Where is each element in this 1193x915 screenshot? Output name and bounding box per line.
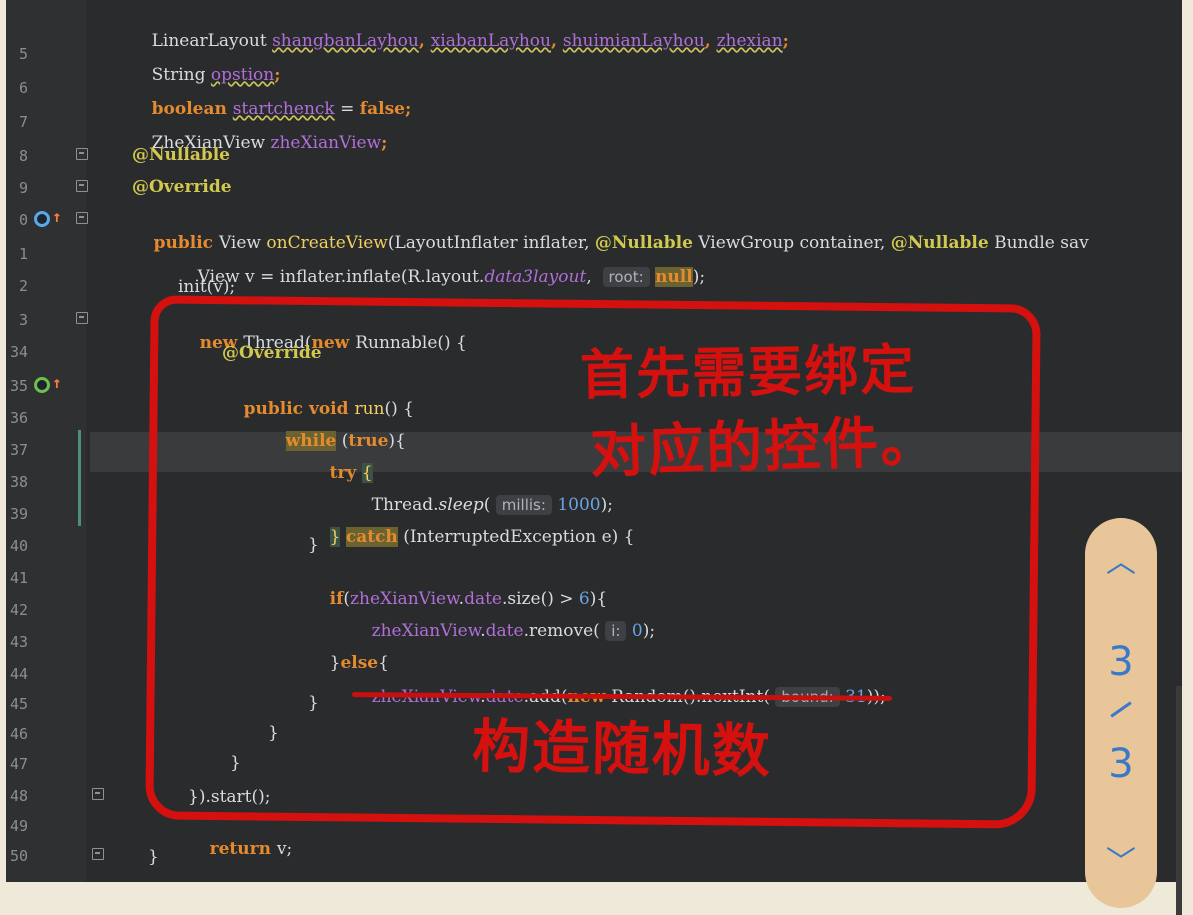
line-number: 9: [18, 179, 28, 197]
handwritten-note: 首先需要绑定: [579, 337, 917, 407]
fold-marker-icon[interactable]: [76, 312, 88, 324]
line-number: 1: [18, 245, 28, 263]
line-number: 8: [18, 147, 28, 165]
code-line[interactable]: @Override: [132, 176, 232, 198]
code-line[interactable]: ZheXianView zheXianView;: [130, 110, 388, 176]
line-number: 45: [9, 695, 28, 713]
code-line[interactable]: return v;: [188, 816, 293, 882]
fold-marker-icon[interactable]: [76, 148, 88, 160]
handwritten-note: 构造随机数: [471, 712, 773, 786]
implement-marker-icon[interactable]: [34, 377, 50, 393]
line-number: 47: [9, 755, 28, 773]
line-gutter: 5 6 7 8 9 0 1 2 3 34 35 36 37 38 39 40 4…: [6, 0, 104, 882]
change-marker: [78, 430, 81, 526]
chevron-up-icon[interactable]: ︿: [1085, 548, 1157, 578]
total-pages: 3: [1108, 741, 1134, 787]
fold-marker-icon[interactable]: [92, 848, 104, 860]
scrollbar[interactable]: [1176, 686, 1182, 915]
line-number: 39: [9, 505, 28, 523]
fold-marker-icon[interactable]: [76, 212, 88, 224]
line-number: 7: [18, 113, 28, 131]
line-number: 44: [9, 665, 28, 683]
fold-marker-icon[interactable]: [76, 180, 88, 192]
line-number: 42: [9, 601, 28, 619]
page-navigator: ︿ 3 3 ﹀: [1085, 518, 1157, 908]
code-line[interactable]: }: [148, 846, 159, 868]
line-number: 5: [18, 45, 28, 63]
line-number: 41: [9, 569, 28, 587]
line-number: 49: [9, 817, 28, 835]
line-number: 40: [9, 537, 28, 555]
line-number: 48: [9, 787, 28, 805]
param-hint: root:: [602, 267, 650, 287]
line-number: 37: [9, 441, 28, 459]
override-marker-icon[interactable]: [34, 211, 50, 227]
line-number: 34: [9, 343, 28, 361]
line-number: 36: [9, 409, 28, 427]
page-separator: [1110, 701, 1132, 718]
line-number: 2: [18, 277, 28, 295]
line-number: 50: [9, 847, 28, 865]
code-editor-photo: 5 6 7 8 9 0 1 2 3 34 35 36 37 38 39 40 4…: [6, 0, 1182, 882]
chevron-down-icon[interactable]: ﹀: [1085, 848, 1157, 878]
code-line[interactable]: init(v);: [178, 276, 235, 298]
handwritten-note: 对应的控件。: [589, 407, 940, 487]
line-number: 35: [9, 377, 28, 395]
line-number: 3: [18, 311, 28, 329]
line-number: 46: [9, 725, 28, 743]
up-arrow-icon: ↑: [52, 207, 62, 226]
line-number: 38: [9, 473, 28, 491]
line-number: 43: [9, 633, 28, 651]
line-number: 6: [18, 79, 28, 97]
code-line[interactable]: @Nullable: [132, 144, 230, 166]
up-arrow-icon: ↑: [52, 373, 62, 392]
fold-marker-icon[interactable]: [92, 788, 104, 800]
line-number: 0: [18, 211, 28, 229]
current-page: 3: [1108, 639, 1134, 685]
